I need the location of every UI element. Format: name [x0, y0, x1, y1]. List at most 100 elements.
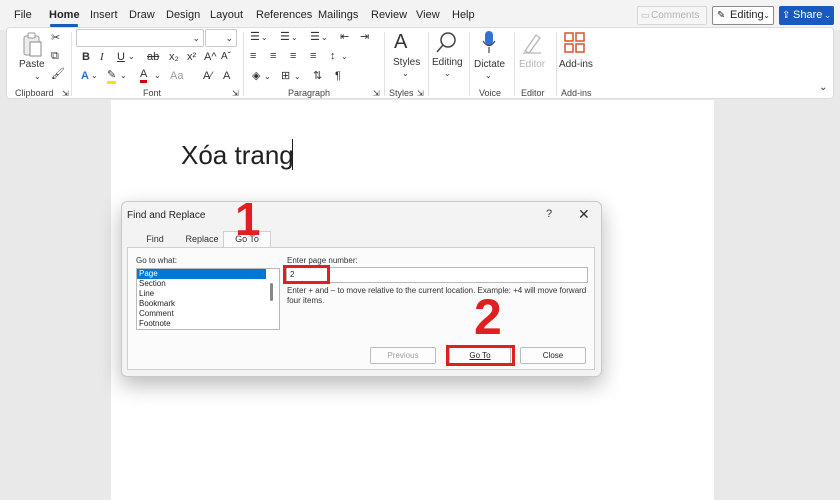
align-left-icon[interactable]: ≡ [250, 50, 256, 62]
list-item-comment[interactable]: Comment [137, 309, 266, 319]
paste-icon[interactable] [21, 32, 43, 58]
menu-insert[interactable]: Insert [90, 9, 118, 21]
microphone-icon[interactable] [481, 30, 497, 56]
superscript-icon[interactable]: x² [187, 51, 196, 63]
numbering-icon[interactable]: ☰ [280, 31, 290, 43]
highlight-icon[interactable]: ✎ [107, 69, 117, 84]
justify-icon[interactable]: ≡ [310, 50, 316, 62]
align-right-icon[interactable]: ≡ [290, 50, 296, 62]
document-text[interactable]: Xóa trang [181, 140, 294, 171]
list-item-bookmark[interactable]: Bookmark [137, 299, 266, 309]
chevron-down-icon[interactable]: ⌄ [819, 82, 827, 94]
change-case-icon[interactable]: Aa [170, 70, 183, 82]
dialog-launcher-icon[interactable]: ⇲ [232, 88, 239, 100]
highlight-box-goto-button [446, 345, 515, 366]
menu-view[interactable]: View [416, 9, 440, 21]
chevron-down-icon[interactable]: ⌄ [34, 71, 41, 83]
format-painter-icon[interactable]: 🖌 [51, 68, 65, 80]
chevron-down-icon: ⌄ [192, 33, 200, 43]
font-size-down-icon[interactable]: Aˇ [221, 51, 231, 63]
dictate-button[interactable]: Dictate [474, 59, 505, 70]
styles-label[interactable]: Styles [393, 57, 420, 68]
underline-icon[interactable]: U [117, 51, 125, 63]
shading-icon[interactable]: ◈ [252, 70, 260, 82]
editing-group-button[interactable]: Editing [432, 57, 463, 68]
search-icon[interactable] [435, 30, 459, 54]
editing-mode-button[interactable]: ✎ Editing ⌄ [712, 6, 774, 25]
sort-icon[interactable]: ⇅ [313, 70, 322, 82]
subscript-icon[interactable]: x₂ [169, 51, 179, 63]
font-size-up-icon[interactable]: A^ [204, 51, 217, 63]
increase-indent-icon[interactable]: ⇥ [360, 31, 369, 43]
font-size-combo[interactable]: ⌄ [205, 29, 237, 47]
borders-icon[interactable]: ⊞ [281, 70, 290, 82]
italic-icon[interactable]: I [100, 51, 104, 63]
comment-icon: ▭ [641, 10, 650, 20]
divider [556, 32, 557, 96]
menu-home[interactable]: Home [49, 9, 80, 21]
chevron-down-icon[interactable]: ⌄ [120, 70, 127, 82]
chevron-down-icon[interactable]: ⌄ [294, 71, 301, 83]
text-cursor [292, 139, 293, 170]
menu-review[interactable]: Review [371, 9, 407, 21]
chevron-down-icon[interactable]: ⌄ [261, 32, 268, 44]
dialog-launcher-icon[interactable]: ⇲ [373, 88, 380, 100]
line-spacing-icon[interactable]: ↕ [330, 50, 336, 62]
chevron-down-icon[interactable]: ⌄ [291, 32, 298, 44]
chevron-down-icon[interactable]: ⌄ [444, 68, 451, 80]
align-center-icon[interactable]: ≡ [270, 50, 276, 62]
help-icon[interactable]: ? [546, 208, 552, 220]
menu-layout[interactable]: Layout [210, 9, 243, 21]
previous-button[interactable]: Previous [370, 347, 436, 364]
editor-icon[interactable] [521, 31, 543, 55]
clear-formatting-icon[interactable]: A⁄ [203, 70, 212, 82]
font-color-icon[interactable]: A [140, 68, 148, 83]
list-item-page[interactable]: Page [137, 269, 266, 279]
chevron-down-icon[interactable]: ⌄ [128, 51, 135, 63]
chevron-down-icon[interactable]: ⌄ [485, 70, 492, 82]
menu-file[interactable]: File [14, 9, 32, 21]
bold-icon[interactable]: B [82, 51, 90, 63]
strikethrough-icon[interactable]: ab [147, 51, 159, 63]
addins-button[interactable]: Add-ins [559, 59, 593, 70]
close-icon[interactable]: ✕ [578, 206, 590, 223]
pilcrow-icon[interactable]: ¶ [335, 70, 341, 82]
tab-replace[interactable]: Replace [177, 232, 227, 247]
styles-icon[interactable]: A [394, 31, 407, 53]
list-item-section[interactable]: Section [137, 279, 266, 289]
multilevel-list-icon[interactable]: ☰ [310, 31, 320, 43]
menu-draw[interactable]: Draw [129, 9, 155, 21]
bullets-icon[interactable]: ☰ [250, 31, 260, 43]
share-button[interactable]: ⇪ Share ⌄ [779, 6, 834, 25]
editor-button[interactable]: Editor [519, 59, 545, 70]
dialog-launcher-icon[interactable]: ⇲ [417, 88, 424, 100]
list-item-footnote[interactable]: Footnote [137, 319, 266, 329]
text-effects-icon[interactable]: A [81, 70, 89, 82]
page-number-input[interactable]: 2 [286, 267, 588, 283]
font-name-combo[interactable]: ⌄ [76, 29, 204, 47]
cut-icon[interactable]: ✂ [51, 32, 60, 44]
chevron-down-icon[interactable]: ⌄ [264, 71, 271, 83]
addins-icon[interactable] [564, 32, 586, 54]
chevron-down-icon[interactable]: ⌄ [341, 51, 348, 63]
tab-find[interactable]: Find [135, 232, 175, 247]
dialog-launcher-icon[interactable]: ⇲ [62, 88, 69, 100]
comments-button[interactable]: ▭ Comments [637, 6, 707, 25]
decrease-indent-icon[interactable]: ⇤ [340, 31, 349, 43]
chevron-down-icon[interactable]: ⌄ [321, 32, 328, 44]
menu-help[interactable]: Help [452, 9, 475, 21]
close-button[interactable]: Close [520, 347, 586, 364]
chevron-down-icon[interactable]: ⌄ [402, 68, 409, 80]
paste-label[interactable]: Paste [19, 59, 45, 70]
divider [514, 32, 515, 96]
phonetic-guide-icon[interactable]: A [223, 70, 230, 82]
scrollbar-thumb[interactable] [270, 283, 273, 301]
goto-what-list[interactable]: Page Section Line Bookmark Comment Footn… [136, 268, 280, 330]
chevron-down-icon[interactable]: ⌄ [154, 70, 161, 82]
chevron-down-icon[interactable]: ⌄ [91, 70, 98, 82]
copy-icon[interactable]: ⧉ [51, 50, 59, 62]
menu-references[interactable]: References [256, 9, 312, 21]
list-item-line[interactable]: Line [137, 289, 266, 299]
menu-mailings[interactable]: Mailings [318, 9, 358, 21]
menu-design[interactable]: Design [166, 9, 200, 21]
